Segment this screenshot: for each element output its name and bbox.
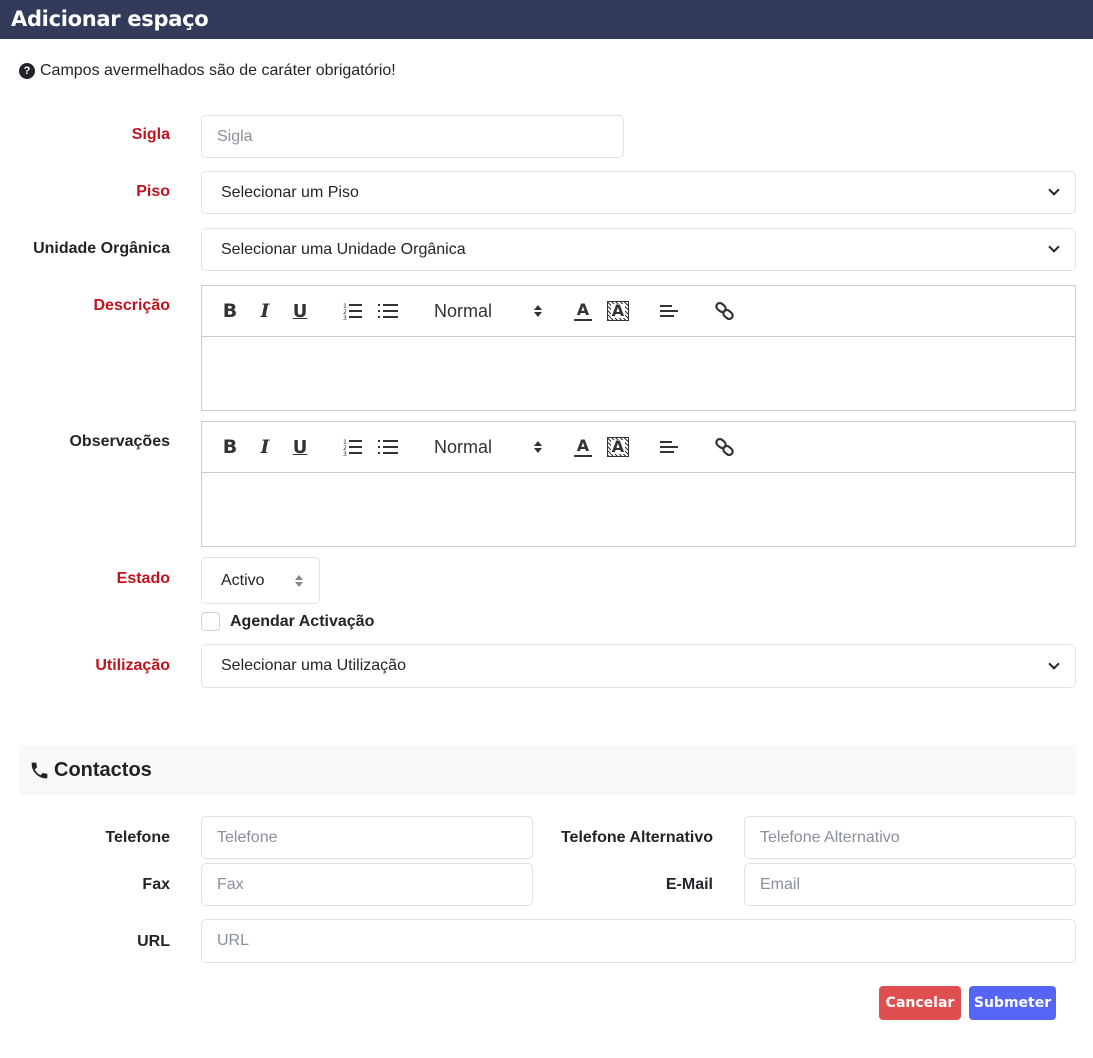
telefone-alt-input[interactable]: Telefone Alternativo xyxy=(744,816,1076,859)
observacoes-label: Observações xyxy=(69,433,170,450)
unidade-selected: Selecionar uma Unidade Orgânica xyxy=(221,240,466,258)
chevron-down-icon xyxy=(1048,657,1060,670)
contactos-header: Contactos xyxy=(19,745,1076,795)
link-button[interactable] xyxy=(714,434,736,460)
bullet-list-button[interactable] xyxy=(377,298,399,324)
svg-text:3: 3 xyxy=(343,451,347,456)
utilizacao-selected: Selecionar uma Utilização xyxy=(221,657,406,674)
url-placeholder: URL xyxy=(217,932,250,949)
phone-icon xyxy=(31,762,48,778)
unidade-select[interactable]: Selecionar uma Unidade Orgânica xyxy=(201,228,1076,271)
url-input[interactable]: URL xyxy=(201,919,1076,963)
text-color-icon: A xyxy=(576,435,590,455)
email-input[interactable]: Email xyxy=(744,863,1076,906)
italic-button[interactable]: I xyxy=(255,434,275,460)
unidade-label: Unidade Orgânica xyxy=(33,240,170,257)
italic-button[interactable]: I xyxy=(255,298,275,324)
updown-icon xyxy=(295,574,303,587)
descricao-editor: B I U 123 Normal A A xyxy=(201,285,1076,411)
align-button[interactable] xyxy=(660,434,682,460)
text-color-button[interactable]: A xyxy=(572,298,594,324)
piso-label: Piso xyxy=(136,183,170,200)
email-label: E-Mail xyxy=(665,876,713,893)
background-color-icon: A xyxy=(610,301,626,320)
utilizacao-select[interactable]: Selecionar uma Utilização xyxy=(201,644,1076,688)
estado-select[interactable]: Activo xyxy=(201,557,320,604)
ordered-list-icon: 123 xyxy=(343,303,362,320)
url-label: URL xyxy=(137,933,170,950)
sigla-label: Sigla xyxy=(131,126,170,143)
telefone-input[interactable]: Telefone xyxy=(201,816,533,859)
background-color-icon: A xyxy=(610,437,626,456)
telefone-placeholder: Telefone xyxy=(217,828,278,846)
estado-selected: Activo xyxy=(221,571,265,589)
ordered-list-icon: 123 xyxy=(343,439,362,456)
descricao-label: Descrição xyxy=(93,297,171,314)
chevron-down-icon xyxy=(1048,241,1060,253)
link-icon xyxy=(715,438,734,456)
fax-placeholder: Fax xyxy=(217,875,244,893)
updown-icon xyxy=(534,305,542,317)
font-size-value: Normal xyxy=(434,436,493,457)
submit-button[interactable]: Submeter xyxy=(969,986,1056,1020)
editor-toolbar: B I U 123 Normal A A xyxy=(202,422,1075,473)
observacoes-editor: B I U 123 Normal A A xyxy=(201,421,1076,547)
title-bar: Adicionar espaço xyxy=(0,0,1093,39)
utilizacao-label: Utilização xyxy=(95,657,170,674)
piso-select[interactable]: Selecionar um Piso xyxy=(201,171,1076,214)
editor-toolbar: B I U 123 Normal A A xyxy=(202,286,1075,337)
chevron-down-icon xyxy=(1048,184,1060,196)
telefone-alt-label: Telefone Alternativo xyxy=(560,829,713,846)
font-size-select[interactable]: Normal xyxy=(434,434,542,460)
updown-icon xyxy=(534,441,542,453)
bullet-list-button[interactable] xyxy=(377,434,399,460)
agendar-checkbox[interactable] xyxy=(201,612,220,631)
estado-label: Estado xyxy=(116,570,170,587)
bullet-list-icon xyxy=(378,304,398,318)
underline-button[interactable]: U xyxy=(290,434,310,460)
email-placeholder: Email xyxy=(760,875,801,893)
font-size-value: Normal xyxy=(434,300,493,321)
ordered-list-button[interactable]: 123 xyxy=(342,434,364,460)
link-icon xyxy=(715,302,734,320)
question-circle-icon: ? xyxy=(19,63,35,79)
agendar-activacao[interactable]: Agendar Activação xyxy=(201,612,374,631)
cancel-button[interactable]: Cancelar xyxy=(879,986,961,1020)
fax-label: Fax xyxy=(142,876,170,893)
telefone-label: Telefone xyxy=(105,829,170,846)
agendar-label: Agendar Activação xyxy=(230,612,375,630)
background-color-button[interactable]: A xyxy=(607,437,629,457)
observacoes-textarea[interactable] xyxy=(202,473,1075,546)
required-hint-text: Campos avermelhados são de caráter obrig… xyxy=(40,62,396,79)
page-title: Adicionar espaço xyxy=(11,7,209,31)
ordered-list-button[interactable]: 123 xyxy=(342,298,364,324)
bullet-list-icon xyxy=(378,440,398,454)
descricao-textarea[interactable] xyxy=(202,337,1075,410)
telefone-alt-placeholder: Telefone Alternativo xyxy=(760,828,900,846)
link-button[interactable] xyxy=(714,298,736,324)
sigla-input[interactable]: Sigla xyxy=(201,115,624,158)
text-color-button[interactable]: A xyxy=(572,434,594,460)
bold-button[interactable]: B xyxy=(220,434,240,460)
contactos-title: Contactos xyxy=(54,758,152,781)
bold-button[interactable]: B xyxy=(220,298,240,324)
font-size-select[interactable]: Normal xyxy=(434,298,542,324)
svg-text:3: 3 xyxy=(343,315,347,320)
piso-selected: Selecionar um Piso xyxy=(221,183,359,201)
required-hint: ? Campos avermelhados são de caráter obr… xyxy=(19,62,396,80)
underline-button[interactable]: U xyxy=(290,298,310,324)
align-button[interactable] xyxy=(660,298,682,324)
text-color-icon: A xyxy=(576,299,590,319)
background-color-button[interactable]: A xyxy=(607,301,629,321)
sigla-placeholder: Sigla xyxy=(217,127,253,145)
fax-input[interactable]: Fax xyxy=(201,863,533,906)
